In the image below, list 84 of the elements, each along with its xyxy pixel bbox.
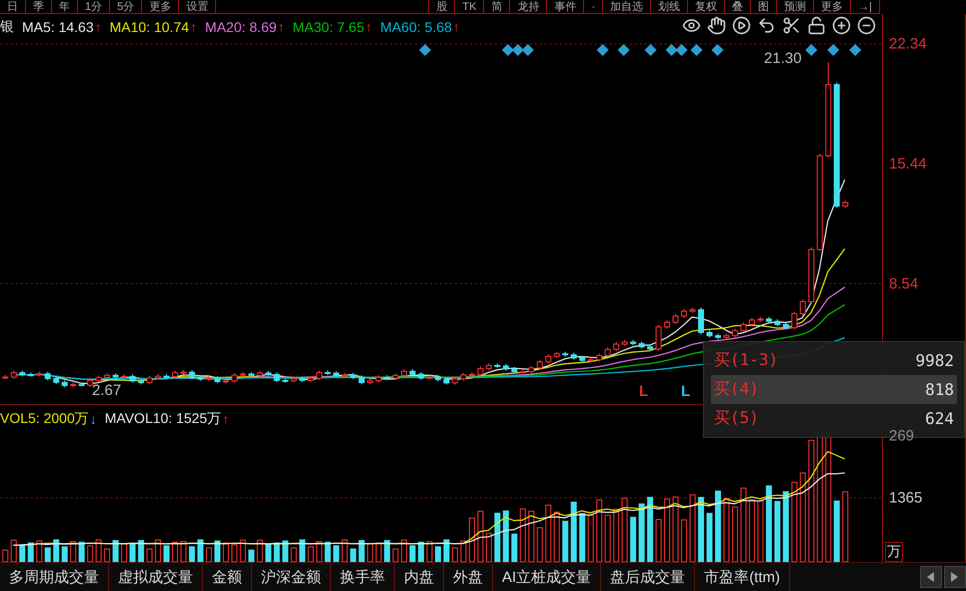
toolbar-tab[interactable]: 龙持 [510, 0, 548, 13]
ma-legend-label: MA20: 8.69 [205, 18, 277, 35]
toolbar-tab[interactable]: 5分 [110, 0, 142, 13]
indicator-tab[interactable]: AI立桩成交量 [493, 563, 602, 591]
unlock-icon[interactable] [807, 16, 826, 35]
indicator-tab[interactable]: 多周期成交量 [0, 563, 109, 591]
price-axis-label: 22.34 [889, 36, 927, 52]
diamond-icon[interactable] [849, 44, 862, 56]
diamond-icon[interactable] [419, 44, 432, 56]
ma-legend-label: MA10: 10.74 [110, 18, 190, 35]
unit-label: 万 [885, 542, 903, 562]
diamond-icon[interactable] [502, 44, 514, 56]
volume-legend-label: VOL5: 2000万 [0, 410, 89, 428]
trend-arrow: ↑ [190, 18, 198, 35]
diamond-icon[interactable] [805, 44, 818, 56]
popup-row[interactable]: 买(4) 818 [711, 375, 957, 404]
stock-name: 银 [0, 18, 14, 36]
play-icon[interactable] [732, 16, 751, 35]
price-annotation: 2.67 [92, 382, 122, 399]
toolbar-tab[interactable]: 加自选 [603, 0, 652, 13]
price-axis-label: 8.54 [889, 276, 918, 292]
toolbar-tab[interactable]: 简 [484, 0, 510, 13]
scroll-left-button[interactable] [920, 566, 942, 588]
diamond-icon[interactable] [618, 44, 630, 56]
toolbar-tab[interactable]: 预测 [777, 0, 814, 13]
toolbar-tab[interactable]: · [584, 0, 604, 13]
trend-arrow: ↑ [278, 18, 285, 35]
toolbar-tab[interactable]: 更多 [142, 0, 180, 13]
ma-legend-label: MA5: 14.63 [22, 18, 94, 35]
diamond-icon[interactable] [522, 44, 534, 56]
volume-axis-label: 269 [889, 428, 914, 444]
diamond-icon[interactable] [666, 44, 678, 56]
volume-legend-label: MAVOL10: 1525万 [104, 410, 222, 428]
toolbar-tab[interactable]: 更多 [814, 0, 852, 13]
trend-arrow: ↑ [452, 18, 460, 35]
diamond-icon[interactable] [676, 44, 688, 56]
toolbar-tab[interactable]: 1分 [78, 0, 110, 13]
toolbar-tab[interactable]: 图 [751, 0, 778, 13]
volume-axis-label: 1365 [889, 490, 922, 506]
price-annotation: 21.30 [764, 50, 802, 67]
toolbar-tab[interactable]: 事件 [547, 0, 584, 13]
trend-arrow: ↑ [222, 410, 230, 427]
eye-icon[interactable] [682, 16, 701, 35]
toolbar-tab[interactable]: 年 [52, 0, 78, 13]
diamond-icon[interactable] [712, 44, 724, 56]
signal-marker: L [681, 383, 690, 400]
popup-row[interactable]: 买(1-3) 9982 [711, 346, 957, 375]
undo-icon[interactable] [757, 16, 776, 35]
indicator-tab[interactable]: 外盘 [444, 563, 493, 591]
indicator-tab[interactable]: 市盈率(ttm) [695, 563, 790, 591]
toolbar-tab[interactable]: →| [851, 0, 880, 13]
signal-marker: L [639, 383, 648, 400]
toolbar-tab[interactable]: 复权 [688, 0, 726, 13]
toolbar-tab[interactable]: 划线 [651, 0, 688, 13]
toolbar-tab[interactable]: 季 [26, 0, 52, 13]
indicator-tab[interactable]: 沪深金额 [252, 563, 331, 591]
zoom-out-icon[interactable] [857, 16, 876, 35]
indicator-tab[interactable]: 内盘 [395, 563, 444, 591]
diamond-icon[interactable] [644, 44, 657, 56]
hand-icon[interactable] [707, 16, 726, 35]
indicator-tab[interactable]: 虚拟成交量 [109, 563, 203, 591]
ma-legend-label: MA30: 7.65 [292, 18, 364, 35]
indicator-tab[interactable]: 盘后成交量 [601, 563, 696, 591]
diamond-icon[interactable] [596, 44, 609, 56]
indicator-tab[interactable]: 金额 [203, 563, 252, 591]
toolbar-tab[interactable]: 日 [0, 0, 26, 13]
trend-arrow: ↓ [90, 410, 97, 427]
zoom-in-icon[interactable] [832, 16, 851, 35]
trend-arrow: ↑ [94, 18, 102, 35]
scissors-icon[interactable] [782, 16, 801, 35]
diamond-icon[interactable] [827, 44, 840, 56]
trend-arrow: ↑ [365, 18, 372, 35]
toolbar-tab[interactable]: 叠 [725, 0, 752, 13]
scroll-right-button[interactable] [944, 566, 966, 588]
toolbar-tab[interactable]: 设置 [179, 0, 216, 13]
ma-legend-label: MA60: 5.68 [380, 18, 452, 35]
price-axis-label: 15.44 [889, 156, 927, 172]
toolbar-tab[interactable]: 股 [429, 0, 456, 13]
diamond-icon[interactable] [512, 44, 524, 56]
diamond-icon[interactable] [690, 44, 703, 56]
left-triangle-icon [927, 572, 935, 582]
toolbar-tab[interactable]: TK [455, 0, 484, 13]
right-triangle-icon [951, 572, 959, 582]
indicator-tab[interactable]: 换手率 [331, 563, 395, 591]
